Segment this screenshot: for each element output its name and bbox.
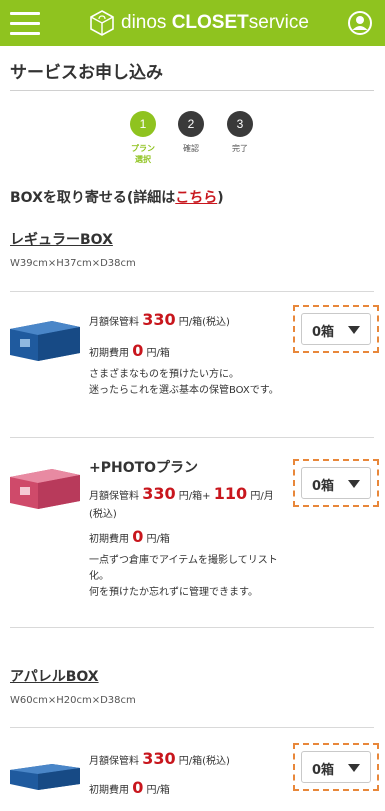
- dropdown-arrow-icon: [348, 326, 360, 334]
- divider: [10, 291, 374, 292]
- menu-icon[interactable]: [10, 12, 40, 35]
- step-label: 確認: [183, 144, 199, 153]
- page-title: サービスお申し込み: [10, 63, 163, 83]
- site-logo[interactable]: dinos CLOSETservice: [88, 9, 309, 37]
- step-label: 完了: [232, 144, 248, 153]
- apparel-box-title: アパレルBOX: [10, 669, 99, 685]
- monthly-fee: 月額保管料 330 円/箱(税込): [89, 749, 230, 768]
- initial-fee: 初期費用 0 円/箱: [89, 341, 170, 360]
- initial-fee: 初期費用 0 円/箱: [89, 778, 170, 797]
- apparel-box-size: W60cm×H20cm×D38cm: [10, 695, 136, 706]
- step-3-complete: 3 完了: [227, 111, 253, 153]
- regular-box-title: レギュラーBOX: [10, 232, 113, 248]
- regular-box-info: 月額保管料 330 円/箱(税込) 初期費用 0 円/箱 さまざまなものを預けた…: [89, 309, 294, 399]
- quantity-highlight: 0箱: [293, 305, 379, 353]
- photo-plan-quantity-select[interactable]: 0箱: [301, 467, 371, 499]
- hanger-box-icon: [90, 10, 114, 36]
- divider: [10, 727, 374, 728]
- apparel-box-image: [10, 764, 80, 790]
- apparel-box-info: 月額保管料 330 円/箱(税込) 初期費用 0 円/箱: [89, 748, 294, 802]
- logo-text: dinos CLOSETservice: [121, 12, 309, 33]
- regular-box-image: [10, 321, 80, 361]
- quantity-highlight: 0箱: [293, 459, 379, 507]
- tax-note: (税込): [89, 509, 117, 520]
- item-description: さまざまなものを預けたい方に。 迷ったらこれを選ぶ基本の保管BOXです。: [89, 369, 279, 396]
- initial-fee: 初期費用 0 円/箱: [89, 527, 170, 546]
- apparel-box-quantity-select[interactable]: 0箱: [301, 751, 371, 783]
- step-number: 2: [178, 111, 204, 137]
- monthly-fee: 月額保管料 330 円/箱+ 110 円/月: [89, 484, 274, 503]
- selected-value: 0箱: [312, 763, 335, 778]
- divider: [10, 627, 374, 628]
- photo-plan-title: +PHOTOプラン: [89, 460, 199, 476]
- title-divider: [10, 90, 374, 91]
- photo-box-image: [10, 469, 80, 509]
- monthly-fee: 月額保管料 330 円/箱(税込): [89, 310, 230, 329]
- photo-plan-info: +PHOTOプラン 月額保管料 330 円/箱+ 110 円/月 (税込) 初期…: [89, 457, 294, 601]
- dropdown-arrow-icon: [348, 764, 360, 772]
- divider: [10, 437, 374, 438]
- dropdown-arrow-icon: [348, 480, 360, 488]
- item-description: 一点ずつ倉庫でアイテムを撮影してリスト化。 何を預けたか忘れずに管理できます。: [89, 555, 278, 598]
- user-account-icon[interactable]: [348, 11, 372, 35]
- quantity-highlight: 0箱: [293, 743, 379, 791]
- selected-value: 0箱: [312, 325, 335, 340]
- regular-box-size: W39cm×H37cm×D38cm: [10, 258, 136, 269]
- selected-value: 0箱: [312, 479, 335, 494]
- step-number: 1: [130, 111, 156, 137]
- step-number: 3: [227, 111, 253, 137]
- step-1-plan-select: 1 プラン 選択: [130, 111, 156, 164]
- section-heading: BOXを取り寄せる(詳細はこちら): [10, 190, 224, 206]
- details-link[interactable]: こちら: [175, 190, 217, 206]
- top-header: dinos CLOSETservice: [0, 0, 385, 46]
- step-2-confirm: 2 確認: [178, 111, 204, 153]
- step-label: プラン 選択: [131, 144, 155, 164]
- regular-box-quantity-select[interactable]: 0箱: [301, 313, 371, 345]
